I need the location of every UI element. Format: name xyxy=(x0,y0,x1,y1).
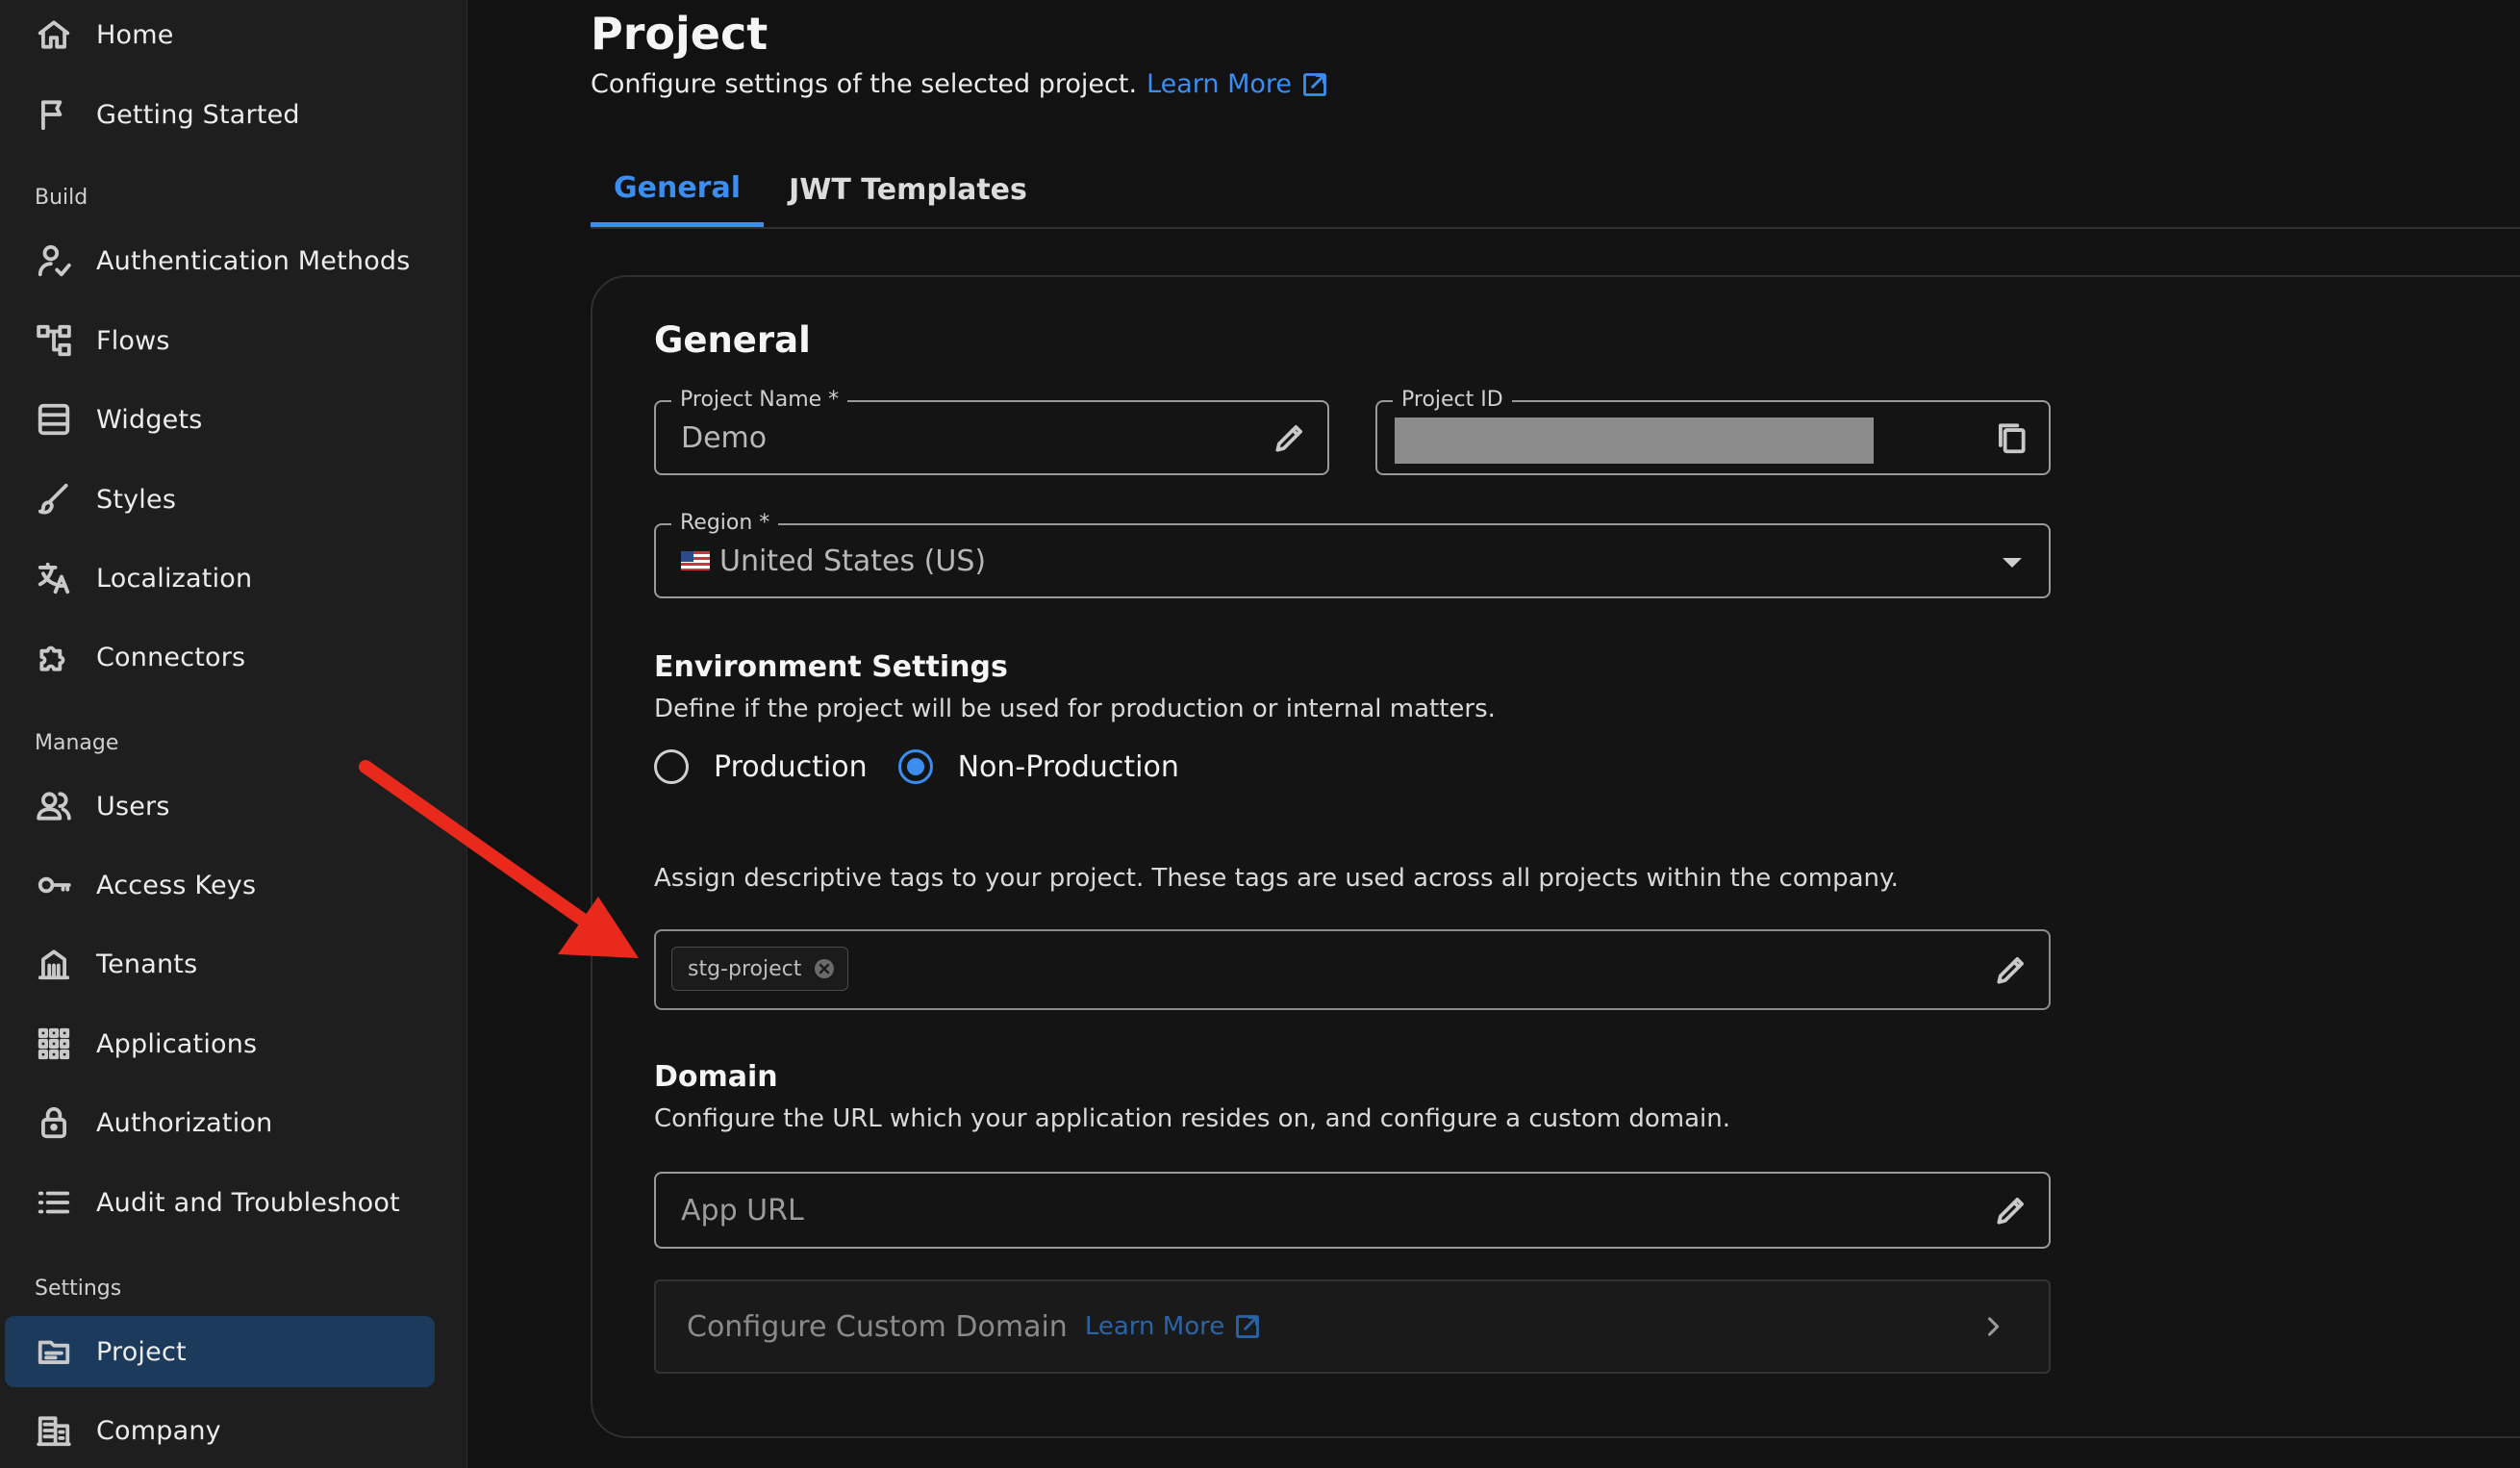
non-production-radio[interactable] xyxy=(897,749,933,784)
learn-more-link[interactable]: Learn More xyxy=(1147,69,1292,99)
sidebar-item-tenants[interactable]: Tenants xyxy=(5,928,435,1000)
sidebar-item-users[interactable]: Users xyxy=(5,771,435,842)
sidebar-item-project[interactable]: Project xyxy=(5,1316,435,1387)
configure-custom-domain-button[interactable]: Configure Custom Domain Learn More xyxy=(654,1279,2051,1374)
app-url-placeholder[interactable]: App URL xyxy=(681,1174,804,1247)
lock-icon xyxy=(34,1102,74,1143)
sidebar-item-label: Company xyxy=(96,1415,221,1446)
sidebar: Home Getting Started Build Authenticatio… xyxy=(0,0,467,1468)
production-radio-label[interactable]: Production xyxy=(714,750,868,784)
page-subtitle-text: Configure settings of the selected proje… xyxy=(591,69,1138,99)
section-label-settings: Settings xyxy=(35,1277,122,1301)
domain-title: Domain xyxy=(654,1060,778,1094)
sidebar-item-localization[interactable]: Localization xyxy=(5,543,435,614)
project-name-field[interactable]: Project Name * Demo xyxy=(654,386,1329,475)
flag-icon xyxy=(34,94,74,135)
app-url-field[interactable]: App URL xyxy=(654,1172,2051,1249)
project-id-redacted xyxy=(1395,418,1874,464)
environment-settings-title: Environment Settings xyxy=(654,650,1008,684)
section-label-build: Build xyxy=(35,186,88,210)
custom-domain-learn-more-text: Learn More xyxy=(1084,1312,1225,1341)
tag-chip-label: stg-project xyxy=(688,956,802,981)
sidebar-item-access-keys[interactable]: Access Keys xyxy=(5,849,435,921)
sidebar-item-connectors[interactable]: Connectors xyxy=(5,621,435,693)
sidebar-item-home[interactable]: Home xyxy=(5,0,435,70)
puzzle-icon xyxy=(34,637,74,677)
pencil-icon[interactable] xyxy=(1993,1192,2029,1228)
page-subtitle: Configure settings of the selected proje… xyxy=(591,69,1328,99)
field-label: Project ID xyxy=(1393,386,1512,415)
pencil-icon[interactable] xyxy=(1993,951,2029,988)
sidebar-item-label: Authorization xyxy=(96,1107,273,1138)
tab-bar: General JWT Templates xyxy=(591,154,2520,229)
project-name-value[interactable]: Demo xyxy=(681,402,767,473)
configure-custom-domain-label: Configure Custom Domain xyxy=(687,1309,1068,1344)
folder-icon xyxy=(34,1331,74,1372)
sidebar-item-label: Connectors xyxy=(96,642,246,672)
page-title: Project xyxy=(591,8,769,60)
sidebar-item-authorization[interactable]: Authorization xyxy=(5,1087,435,1158)
project-id-field: Project ID xyxy=(1375,386,2051,475)
environment-settings-description: Define if the project will be used for p… xyxy=(654,695,1496,723)
sidebar-item-company[interactable]: Company xyxy=(5,1395,435,1466)
section-label-manage: Manage xyxy=(35,731,119,755)
custom-domain-learn-more-link[interactable]: Learn More xyxy=(1085,1312,1261,1341)
sidebar-item-flows[interactable]: Flows xyxy=(5,305,435,376)
sidebar-item-label: Tenants xyxy=(96,949,198,979)
grid-icon xyxy=(34,1024,74,1064)
sidebar-item-label: Users xyxy=(96,791,170,822)
caret-down-icon[interactable] xyxy=(2003,558,2022,568)
copy-icon[interactable] xyxy=(1993,419,2029,456)
environment-radio-group: Production Non-Production xyxy=(654,745,1179,789)
external-link-icon[interactable] xyxy=(1301,71,1328,98)
user-check-icon xyxy=(34,240,74,281)
tags-description: Assign descriptive tags to your project.… xyxy=(654,864,1899,893)
general-settings-card: General Project Name * Demo Project ID R… xyxy=(591,275,2520,1438)
pencil-icon[interactable] xyxy=(1272,419,1308,456)
non-production-radio-label[interactable]: Non-Production xyxy=(958,750,1179,784)
external-link-icon xyxy=(1234,1313,1261,1340)
brush-icon xyxy=(34,479,74,519)
card-title: General xyxy=(654,319,811,361)
tab-jwt-templates[interactable]: JWT Templates xyxy=(783,154,1033,225)
region-value[interactable]: United States (US) xyxy=(681,525,986,596)
building-columns-icon xyxy=(34,944,74,984)
sidebar-item-label: Access Keys xyxy=(96,870,257,900)
region-select[interactable]: Region * United States (US) xyxy=(654,509,2051,598)
tags-field[interactable]: stg-project xyxy=(654,929,2051,1010)
tab-general[interactable]: General xyxy=(591,154,764,227)
remove-tag-icon[interactable] xyxy=(813,957,836,980)
sidebar-item-getting-started[interactable]: Getting Started xyxy=(5,79,435,150)
sidebar-item-authentication-methods[interactable]: Authentication Methods xyxy=(5,225,435,296)
sidebar-item-styles[interactable]: Styles xyxy=(5,464,435,535)
sidebar-item-applications[interactable]: Applications xyxy=(5,1008,435,1079)
widget-list-icon xyxy=(34,399,74,440)
sidebar-item-label: Applications xyxy=(96,1028,258,1059)
tag-chip: stg-project xyxy=(671,947,849,991)
sidebar-item-label: Project xyxy=(96,1336,187,1367)
sidebar-item-label: Localization xyxy=(96,563,253,594)
users-icon xyxy=(34,786,74,826)
sidebar-item-label: Flows xyxy=(96,325,170,356)
translate-icon xyxy=(34,558,74,598)
flow-tree-icon xyxy=(34,320,74,361)
domain-description: Configure the URL which your application… xyxy=(654,1104,1731,1133)
sidebar-item-label: Getting Started xyxy=(96,99,300,130)
sidebar-item-widgets[interactable]: Widgets xyxy=(5,384,435,455)
home-icon xyxy=(34,14,74,55)
list-icon xyxy=(34,1182,74,1223)
us-flag-icon xyxy=(681,551,710,570)
main-content: Project Configure settings of the select… xyxy=(467,0,2520,1468)
production-radio[interactable] xyxy=(654,749,689,784)
sidebar-item-audit-and-troubleshoot[interactable]: Audit and Troubleshoot xyxy=(5,1167,435,1238)
region-value-text: United States (US) xyxy=(719,544,987,578)
sidebar-item-label: Widgets xyxy=(96,404,203,435)
key-icon xyxy=(34,865,74,905)
sidebar-item-label: Authentication Methods xyxy=(96,245,411,276)
sidebar-item-label: Home xyxy=(96,19,174,50)
sidebar-item-label: Audit and Troubleshoot xyxy=(96,1187,400,1218)
sidebar-item-label: Styles xyxy=(96,484,177,515)
company-icon xyxy=(34,1410,74,1451)
chevron-right-icon xyxy=(1979,1313,2006,1340)
